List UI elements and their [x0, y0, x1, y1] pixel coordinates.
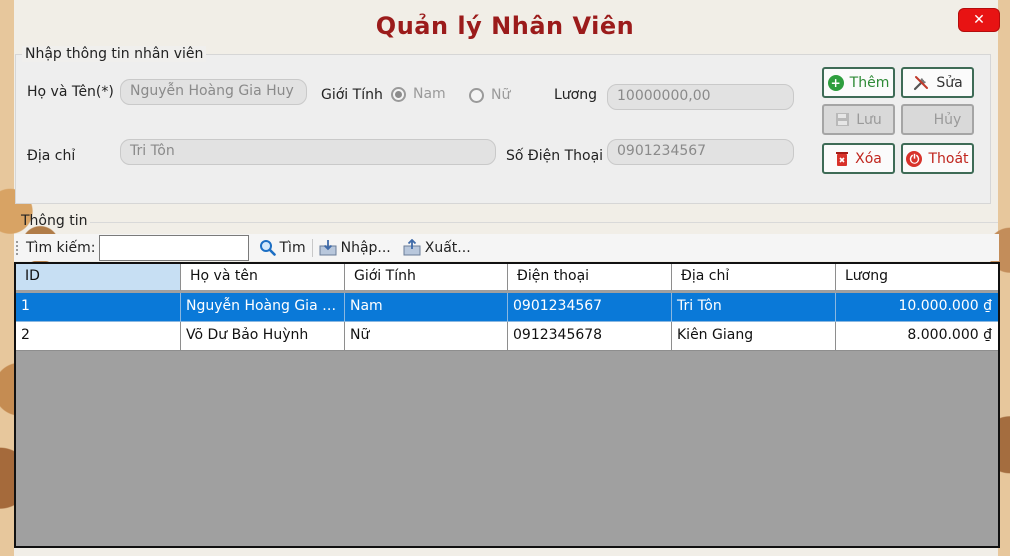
cell-id[interactable]: 1 — [16, 293, 181, 322]
cell-address[interactable]: Tri Tôn — [672, 293, 836, 322]
phone-field[interactable]: 0901234567 — [607, 139, 794, 165]
power-icon: ⏻ — [906, 150, 923, 167]
save-button-label: Lưu — [856, 111, 882, 128]
info-legend: Thông tin — [21, 213, 88, 229]
export-button-label: Xuất... — [424, 239, 471, 256]
gender-male-label: Nam — [413, 86, 446, 102]
find-button[interactable]: Tìm — [253, 239, 312, 256]
table-header-row: ID Họ và tên Giới Tính Điện thoại Địa ch… — [16, 264, 998, 293]
gender-male-radio[interactable]: Nam — [391, 86, 446, 102]
column-header-gender[interactable]: Giới Tính — [345, 264, 508, 291]
name-label: Họ và Tên(*) — [27, 84, 114, 100]
cell-gender[interactable]: Nam — [345, 293, 508, 322]
employee-management-window: Quản lý Nhân Viên ✕ Nhập thông tin nhân … — [0, 0, 1010, 556]
trash-icon — [835, 151, 849, 167]
export-icon — [403, 239, 421, 256]
table-row[interactable]: 1 Nguyễn Hoàng Gia H... Nam 0901234567 T… — [16, 293, 998, 322]
save-button[interactable]: Lưu — [822, 104, 895, 135]
salary-field[interactable]: 10000000,00 — [607, 84, 794, 110]
phone-label: Số Điện Thoại — [506, 148, 604, 164]
add-button-label: Thêm — [849, 74, 890, 91]
address-label: Địa chỉ — [27, 148, 76, 164]
info-toolbar: Tìm kiếm: Tìm Nhập... Xuất... — [14, 234, 999, 261]
cancel-icon — [914, 113, 928, 127]
table-row[interactable]: 2 Võ Dư Bảo Huỳnh Nữ 0912345678 Kiên Gia… — [16, 322, 998, 351]
search-input[interactable] — [98, 234, 249, 261]
cell-address[interactable]: Kiên Giang — [672, 322, 836, 351]
delete-button-label: Xóa — [855, 150, 882, 167]
window-title: Quản lý Nhân Viên — [375, 12, 635, 40]
cancel-button-label: Hủy — [933, 111, 962, 128]
export-button[interactable]: Xuất... — [397, 239, 477, 256]
cell-phone[interactable]: 0901234567 — [508, 293, 672, 322]
tools-icon — [912, 74, 930, 92]
column-header-name[interactable]: Họ và tên — [181, 264, 345, 291]
cell-salary[interactable]: 8.000.000 ₫ — [836, 322, 998, 351]
import-button-label: Nhập... — [340, 239, 391, 256]
radio-unchecked-icon — [469, 87, 484, 103]
gender-label: Giới Tính — [321, 87, 383, 103]
radio-checked-icon — [391, 86, 406, 102]
find-button-label: Tìm — [279, 239, 306, 256]
floppy-icon — [835, 112, 850, 127]
employee-input-legend: Nhập thông tin nhân viên — [22, 46, 207, 62]
exit-button-label: Thoát — [928, 150, 969, 167]
import-icon — [319, 239, 337, 256]
delete-button[interactable]: Xóa — [822, 143, 895, 174]
column-header-salary[interactable]: Lương — [836, 264, 998, 291]
column-header-phone[interactable]: Điện thoại — [508, 264, 672, 291]
salary-label: Lương — [554, 87, 597, 103]
cell-name[interactable]: Nguyễn Hoàng Gia H... — [181, 293, 345, 322]
cell-salary[interactable]: 10.000.000 ₫ — [836, 293, 998, 322]
cell-gender[interactable]: Nữ — [345, 322, 508, 351]
import-button[interactable]: Nhập... — [313, 239, 397, 256]
edit-button[interactable]: Sửa — [901, 67, 974, 98]
close-button[interactable]: ✕ — [958, 8, 1000, 32]
cell-name[interactable]: Võ Dư Bảo Huỳnh — [181, 322, 345, 351]
cancel-button[interactable]: Hủy — [901, 104, 974, 135]
add-button[interactable]: + Thêm — [822, 67, 895, 98]
plus-icon: + — [827, 74, 844, 91]
cell-id[interactable]: 2 — [16, 322, 181, 351]
search-label: Tìm kiếm: — [26, 239, 96, 256]
edit-button-label: Sửa — [936, 74, 963, 91]
column-header-address[interactable]: Địa chỉ — [672, 264, 836, 291]
gender-female-label: Nữ — [491, 87, 511, 103]
cell-phone[interactable]: 0912345678 — [508, 322, 672, 351]
info-divider — [90, 222, 998, 223]
address-field[interactable]: Tri Tôn — [120, 139, 496, 165]
employee-table[interactable]: ID Họ và tên Giới Tính Điện thoại Địa ch… — [14, 262, 1000, 548]
name-field[interactable]: Nguyễn Hoàng Gia Huy — [120, 79, 307, 105]
magnifier-icon — [259, 239, 276, 256]
exit-button[interactable]: ⏻ Thoát — [901, 143, 974, 174]
column-header-id[interactable]: ID — [16, 264, 181, 291]
gender-female-radio[interactable]: Nữ — [469, 87, 510, 103]
toolbar-grip-icon[interactable] — [16, 240, 20, 255]
